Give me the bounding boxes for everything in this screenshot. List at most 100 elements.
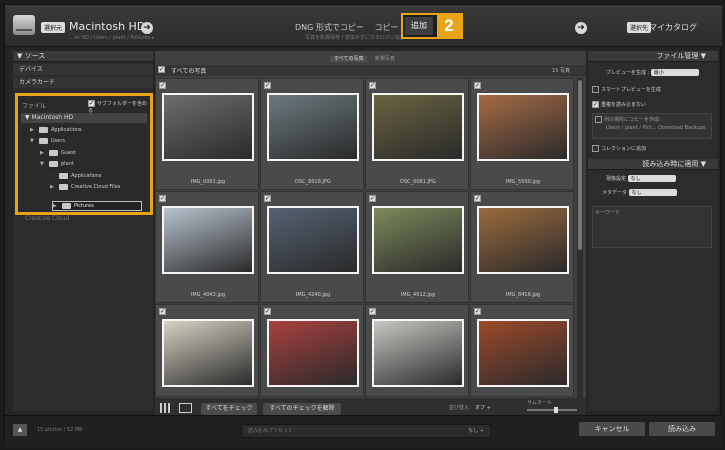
photo-checkbox[interactable]: ✓ <box>474 195 481 202</box>
folder-row[interactable]: ▼ Users <box>30 136 65 146</box>
photo-cell[interactable]: ✓ IMG_8416.jpg <box>470 191 574 303</box>
photo-thumbnail[interactable] <box>267 319 359 387</box>
check-all-button[interactable]: すべてをチェック <box>201 403 257 415</box>
grid-view-icon[interactable] <box>160 403 172 413</box>
photo-checkbox[interactable]: ✓ <box>159 195 166 202</box>
photo-cell[interactable]: ✓ DSC_0061.JPG <box>365 78 469 190</box>
photo-checkbox[interactable]: ✓ <box>369 308 376 315</box>
photo-checkbox[interactable]: ✓ <box>369 82 376 89</box>
checkbox-checked-icon[interactable]: ✓ <box>592 101 599 108</box>
import-button[interactable]: 読み込み <box>649 422 715 436</box>
select-all-checkbox[interactable]: ✓ <box>158 66 165 73</box>
photo-filename: IMG_4512.jpg <box>400 292 436 298</box>
photo-cell[interactable]: ✓ DSC_8018.JPG <box>260 78 364 190</box>
photo-thumbnail[interactable] <box>267 93 359 161</box>
photo-cell[interactable]: ✓ <box>155 304 259 397</box>
camera-cards-section[interactable]: カメラカード <box>13 77 153 88</box>
file-handling-header[interactable]: ファイル管理 ▼ <box>588 51 718 62</box>
photo-cell[interactable]: ✓ IMG_4240.jpg <box>260 191 364 303</box>
second-copy-label: 別の場所にコピーを作成： <box>595 116 709 123</box>
volume-macintosh-hd[interactable]: ▼ Macintosh HD <box>21 113 147 123</box>
cancel-button[interactable]: キャンセル <box>579 422 645 436</box>
photo-checkbox[interactable]: ✓ <box>264 82 271 89</box>
photo-cell[interactable]: ✓ IMG_5590.jpg <box>470 78 574 190</box>
photo-cell[interactable]: ✓ IMG_4043.jpg <box>155 191 259 303</box>
add-collection-row[interactable]: コレクションに追加 <box>592 145 646 152</box>
photo-thumbnail[interactable] <box>477 206 569 274</box>
metadata-row: メタデータ なし <box>592 189 677 196</box>
photo-filename: IMG_5590.jpg <box>505 179 541 185</box>
folder-row[interactable]: ▶ Creative Cloud Files <box>50 182 120 192</box>
photo-thumbnail[interactable] <box>162 93 254 161</box>
checkbox-unchecked-icon[interactable] <box>592 86 599 93</box>
photo-thumbnail[interactable] <box>162 319 254 387</box>
folder-row[interactable]: · Applications <box>50 171 102 181</box>
collapse-up-icon[interactable]: ▲ <box>13 424 27 436</box>
metadata-select[interactable]: なし <box>628 189 677 196</box>
thumbnail-size-slider[interactable] <box>527 409 577 411</box>
photo-checkbox[interactable]: ✓ <box>474 308 481 315</box>
photo-checkbox[interactable]: ✓ <box>264 195 271 202</box>
photo-filename: IMG_0001.jpg <box>190 179 226 185</box>
photo-checkbox[interactable]: ✓ <box>264 308 271 315</box>
photo-filename: DSC_0061.JPG <box>400 179 436 185</box>
photo-checkbox[interactable]: ✓ <box>159 308 166 315</box>
photo-thumbnail[interactable] <box>477 93 569 161</box>
checkbox-unchecked-icon[interactable] <box>595 116 602 123</box>
uncheck-all-button[interactable]: すべてのチェックを解除 <box>263 403 341 415</box>
sort-select[interactable]: オフ ÷ <box>475 404 491 411</box>
photo-thumbnail[interactable] <box>372 206 464 274</box>
photo-thumbnail[interactable] <box>477 319 569 387</box>
folder-icon <box>49 160 58 167</box>
source-panel-header[interactable]: ▼ ソース <box>13 51 153 62</box>
grid-scrollbar[interactable] <box>577 78 583 400</box>
mode-copy[interactable]: コピー <box>374 23 398 32</box>
photo-checkbox[interactable]: ✓ <box>159 82 166 89</box>
mode-subtitle: 写真を新規保存 / 変換せずにカタログに追加 <box>305 35 405 41</box>
disclosure-triangle-icon: ▶ <box>40 150 44 156</box>
photo-checkbox[interactable]: ✓ <box>369 195 376 202</box>
import-preset-select[interactable]: 読み込みプリセット： なし ÷ <box>241 424 491 438</box>
photo-thumbnail[interactable] <box>372 319 464 387</box>
footer-bar: ▲ 15 photos / 52 MB 読み込みプリセット： なし ÷ キャンセ… <box>5 415 722 447</box>
tab-new-photos[interactable]: 新規写真 <box>375 56 395 62</box>
photo-cell[interactable]: ✓ <box>470 304 574 397</box>
files-section-highlight: ファイル ✓ サブフォルダーを含める ▼ Macintosh HD ▶ Applic… <box>15 93 180 215</box>
destination-title[interactable]: マイカタログ <box>649 22 697 33</box>
source-title[interactable]: Macintosh HD <box>69 20 145 33</box>
all-photos-bar: ✓ すべての写真 15 写真 <box>155 65 586 76</box>
mode-dng-copy[interactable]: DNG 形式でコピー <box>295 23 364 32</box>
photo-cell[interactable]: ✓ <box>365 304 469 397</box>
creative-cloud-item[interactable]: Creative Cloud <box>25 215 69 222</box>
checkbox-unchecked-icon[interactable] <box>592 145 599 152</box>
apply-during-import-header[interactable]: 読み込み時に適用 ▼ <box>588 159 718 170</box>
photo-thumbnail[interactable] <box>267 206 359 274</box>
photo-thumbnail[interactable] <box>372 93 464 161</box>
folder-row[interactable]: ▶ Applications <box>30 125 82 135</box>
hard-drive-icon <box>13 15 35 35</box>
photo-cell[interactable]: ✓ IMG_4512.jpg <box>365 191 469 303</box>
photo-thumbnail[interactable] <box>162 206 254 274</box>
photo-checkbox[interactable]: ✓ <box>474 82 481 89</box>
slider-knob[interactable] <box>554 407 558 413</box>
loupe-view-icon[interactable] <box>179 403 192 413</box>
folder-row-selected[interactable]: ▶ Pictures <box>52 201 142 211</box>
include-subfolders-checkbox[interactable]: ✓ サブフォルダーを含める <box>88 100 150 114</box>
second-copy-path: Users / plant / Pict… Download Backups <box>606 125 706 131</box>
devices-section[interactable]: デバイス <box>13 64 153 75</box>
mode-add[interactable]: 追加 <box>405 17 433 35</box>
destination-badge: 選択先 <box>627 22 652 33</box>
tab-all-photos[interactable]: すべての写真 <box>330 56 368 62</box>
folder-row[interactable]: ▶ Guest <box>40 148 76 158</box>
develop-settings-row: 現像設定 なし <box>592 175 676 182</box>
develop-settings-select[interactable]: なし <box>627 175 676 182</box>
folder-row[interactable]: ▼ plant <box>40 159 74 169</box>
scrollbar-thumb[interactable] <box>578 80 582 250</box>
smart-previews-row[interactable]: スマートプレビューを生成 <box>592 86 661 93</box>
build-previews-select[interactable]: 最小 <box>650 69 699 76</box>
photo-cell[interactable]: ✓ <box>260 304 364 397</box>
photo-cell[interactable]: ✓ IMG_0001.jpg <box>155 78 259 190</box>
no-duplicates-row[interactable]: ✓ 重複を読み込まない <box>592 101 646 108</box>
keywords-box[interactable]: キーワード <box>592 206 712 248</box>
second-copy-box[interactable]: 別の場所にコピーを作成： Users / plant / Pict… Downl… <box>592 113 712 139</box>
